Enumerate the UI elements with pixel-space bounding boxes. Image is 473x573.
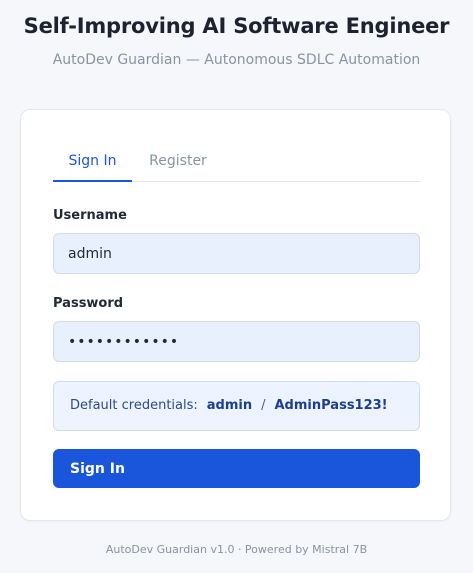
tab-sign-in[interactable]: Sign In <box>53 150 132 182</box>
username-input[interactable] <box>53 233 420 274</box>
tab-register[interactable]: Register <box>132 150 224 182</box>
credentials-username: admin <box>206 398 253 413</box>
page-title: Self-Improving AI Software Engineer <box>23 14 450 38</box>
credentials-separator: / <box>261 398 266 413</box>
credentials-password: AdminPass123! <box>274 398 388 413</box>
login-card: Sign In Register Username Password Defau… <box>20 109 451 521</box>
auth-tabs: Sign In Register <box>53 150 420 182</box>
sign-in-button[interactable]: Sign In <box>53 449 420 488</box>
username-label: Username <box>53 208 127 223</box>
password-input[interactable] <box>53 321 420 362</box>
page-subtitle: AutoDev Guardian — Autonomous SDLC Autom… <box>52 52 421 68</box>
password-label: Password <box>53 296 124 311</box>
credentials-lead-text: Default credentials: <box>70 398 198 413</box>
default-credentials-notice: Default credentials: admin / AdminPass123! <box>53 381 420 431</box>
footer-text: AutoDev Guardian v1.0 · Powered by Mistr… <box>105 543 368 556</box>
